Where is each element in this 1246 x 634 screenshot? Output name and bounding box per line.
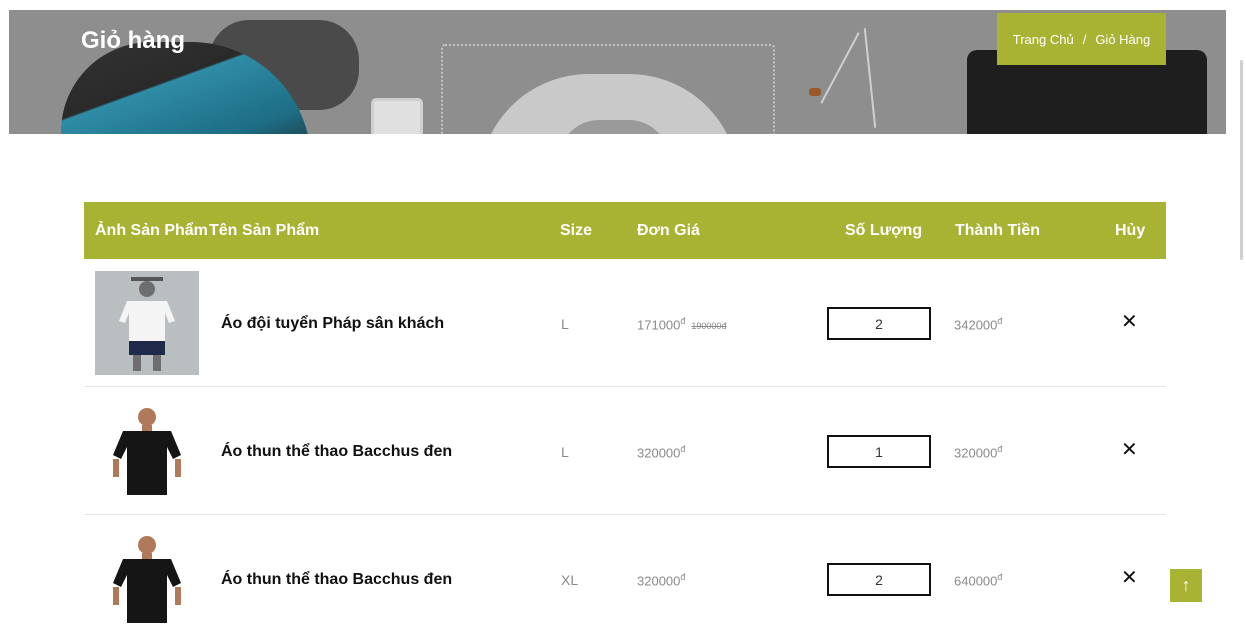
price-value: 320000 xyxy=(637,573,681,589)
product-size: L xyxy=(561,316,569,332)
cart-row: Áo thun thể thao Bacchus đen L 320000đ 3… xyxy=(84,387,1166,515)
product-price: 320000đ xyxy=(637,444,685,460)
cart-row: Áo đội tuyển Pháp sân khách L 171000đ190… xyxy=(84,259,1166,387)
hero-earphone-image xyxy=(809,88,821,96)
breadcrumb-home-link[interactable]: Trang Chủ xyxy=(1013,32,1074,47)
arrow-up-icon: ↑ xyxy=(1181,575,1191,595)
product-size: XL xyxy=(561,572,579,588)
currency-symbol: đ xyxy=(997,316,1003,326)
currency-symbol: đ xyxy=(680,316,686,326)
hero-phone-image xyxy=(371,98,423,134)
product-price: 171000đ 190000đ xyxy=(637,316,726,332)
cart-table-header: Ảnh Sản Phẩm Tên Sản Phẩm Size Đơn Giá S… xyxy=(84,202,1166,259)
column-header-quantity: Số Lượng xyxy=(845,222,923,239)
quantity-input[interactable] xyxy=(827,563,931,596)
column-header-size: Size xyxy=(560,222,593,239)
product-name[interactable]: Áo thun thể thao Bacchus đen xyxy=(221,443,452,461)
currency-symbol: đ xyxy=(680,572,686,582)
total-value: 320000 xyxy=(954,445,998,461)
breadcrumb-current: Giỏ Hàng xyxy=(1095,31,1151,47)
product-name[interactable]: Áo thun thể thao Bacchus đen xyxy=(221,571,452,589)
quantity-input[interactable] xyxy=(827,307,931,340)
currency-symbol: đ xyxy=(997,572,1003,582)
product-image[interactable] xyxy=(95,399,199,503)
column-header-price: Đơn Giá xyxy=(637,222,700,239)
line-total: 320000đ xyxy=(954,444,1002,460)
product-name[interactable]: Áo đội tuyển Pháp sân khách xyxy=(221,315,444,333)
currency-symbol: đ xyxy=(997,444,1003,454)
breadcrumb: Trang Chủ / Giỏ Hàng xyxy=(997,13,1166,65)
total-value: 342000 xyxy=(954,317,998,333)
product-size: L xyxy=(561,444,569,460)
hero-banner: Giỏ hàng Trang Chủ / Giỏ Hàng xyxy=(9,10,1226,134)
column-header-remove: Hủy xyxy=(1115,222,1146,239)
hero-earphone-wire xyxy=(820,32,860,104)
currency-symbol: đ xyxy=(680,444,686,454)
column-header-name: Tên Sản Phẩm xyxy=(209,222,320,239)
price-value: 171000 xyxy=(637,317,681,333)
line-total: 342000đ xyxy=(954,316,1002,332)
price-value: 320000 xyxy=(637,445,681,461)
breadcrumb-separator: / xyxy=(1082,31,1087,47)
hero-earphone-wire xyxy=(863,28,877,128)
close-icon[interactable]: ✕ xyxy=(1121,312,1138,332)
quantity-input[interactable] xyxy=(827,435,931,468)
product-image[interactable] xyxy=(95,527,199,631)
column-header-image: Ảnh Sản Phẩm xyxy=(95,222,208,239)
cart-row: Áo thun thể thao Bacchus đen XL 320000đ … xyxy=(84,515,1166,634)
close-icon[interactable]: ✕ xyxy=(1121,568,1138,588)
column-header-total: Thành Tiền xyxy=(955,222,1041,239)
total-value: 640000 xyxy=(954,573,998,589)
product-price: 320000đ xyxy=(637,572,685,588)
close-icon[interactable]: ✕ xyxy=(1121,440,1138,460)
line-total: 640000đ xyxy=(954,572,1002,588)
back-to-top-button[interactable]: ↑ xyxy=(1170,569,1202,602)
cart-table: Ảnh Sản Phẩm Tên Sản Phẩm Size Đơn Giá S… xyxy=(84,202,1166,634)
page-title: Giỏ hàng xyxy=(81,27,185,54)
product-image[interactable] xyxy=(95,271,199,375)
old-price: 190000đ xyxy=(691,321,727,332)
page-scrollbar[interactable] xyxy=(1240,60,1243,260)
